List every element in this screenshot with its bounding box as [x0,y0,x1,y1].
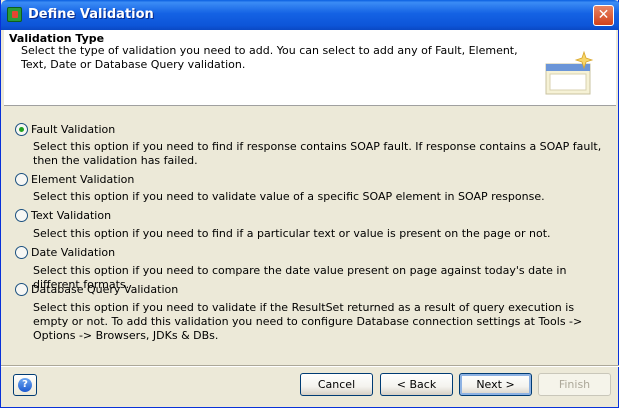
element-validation-radio[interactable]: Element Validation [15,172,134,186]
option-description: Select this option if you need to find i… [33,140,602,167]
option-label[interactable]: Text Validation [31,209,111,222]
date-validation-radio[interactable]: Date Validation [15,245,115,259]
define-validation-dialog: Define Validation ✕ Validation Type Sele… [0,0,619,408]
back-button[interactable]: < Back [380,373,453,396]
option-label[interactable]: Date Validation [31,246,115,259]
fault-validation-radio[interactable]: Fault Validation [15,122,115,136]
option-description: Select this option if you need to valida… [33,190,545,203]
option-description: Select this option if you need to valida… [33,301,583,342]
page-description: Select the type of validation you need t… [21,44,518,71]
option-description: Select this option if you need to find i… [33,227,551,240]
title-bar[interactable]: Define Validation ✕ [1,0,619,30]
cancel-button[interactable]: Cancel [300,373,373,396]
radio-selected-icon[interactable] [15,122,28,136]
option-label[interactable]: Database Query Validation [31,283,178,296]
validation-options: Fault Validation Select this option if y… [5,112,614,363]
help-question-icon: ? [18,378,32,392]
finish-button[interactable]: Finish [538,373,611,396]
next-button[interactable]: Next > [459,373,532,396]
radio-unselected-icon[interactable] [15,245,28,259]
help-button[interactable]: ? [13,374,37,396]
radio-unselected-icon[interactable] [15,282,28,296]
wizard-window-sparkle-icon [545,50,594,95]
window-title: Define Validation [28,7,154,22]
radio-unselected-icon[interactable] [15,208,28,222]
text-validation-radio[interactable]: Text Validation [15,208,111,222]
option-label[interactable]: Fault Validation [31,123,115,136]
option-label[interactable]: Element Validation [31,173,134,186]
app-icon [7,7,22,22]
footer-divider [1,365,619,367]
radio-unselected-icon[interactable] [15,172,28,186]
close-button[interactable]: ✕ [593,5,614,26]
wizard-header: Validation Type Select the type of valid… [4,30,616,106]
database-query-validation-radio[interactable]: Database Query Validation [15,282,178,296]
